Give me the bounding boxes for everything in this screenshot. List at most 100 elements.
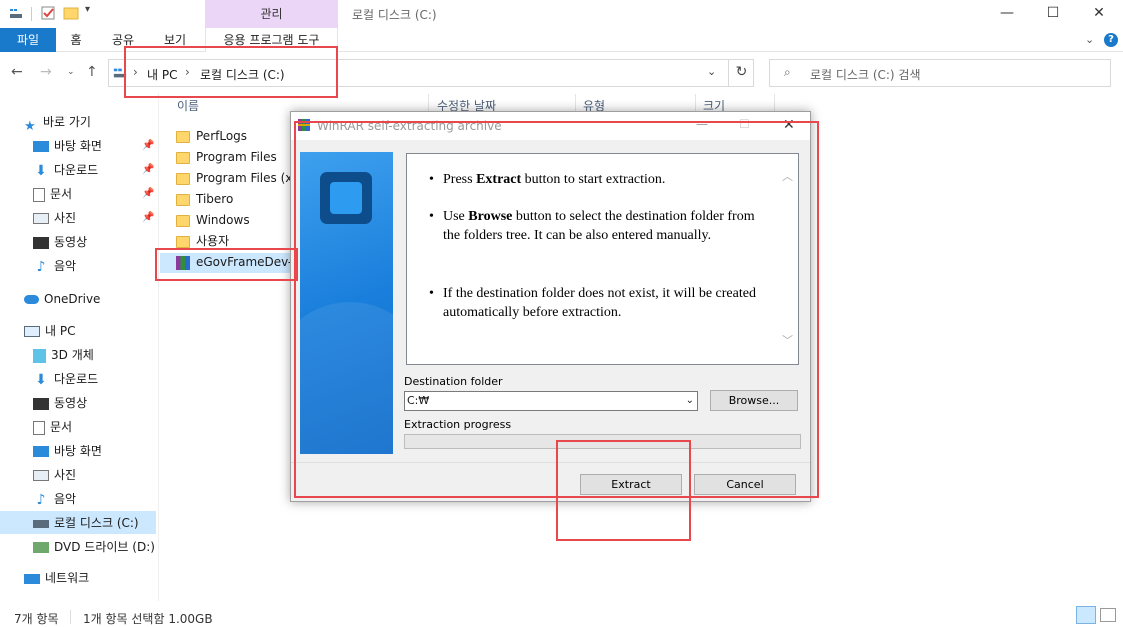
column-header-name[interactable]: 이름 xyxy=(177,97,199,114)
details-view-icon[interactable] xyxy=(1076,606,1096,624)
sidebar-item-music[interactable]: ♪ 음악 xyxy=(33,255,77,277)
file-row[interactable]: PerfLogs xyxy=(176,126,292,146)
sidebar-item-label: OneDrive xyxy=(44,292,101,306)
sidebar-item-music[interactable]: ♪ 음악 xyxy=(33,488,77,510)
sidebar-item-dvd[interactable]: DVD 드라이브 (D:) xyxy=(33,536,155,558)
file-row[interactable]: Program Files (x86) xyxy=(176,168,292,188)
folder-icon xyxy=(176,172,190,185)
music-icon: ♪ xyxy=(36,258,46,275)
title-bar: ▾ 관리 로컬 디스크 (C:) — ☐ ✕ xyxy=(0,0,1123,28)
video-icon xyxy=(33,236,49,249)
sidebar-item-desktop[interactable]: 바탕 화면 📌 xyxy=(33,135,154,157)
sidebar-item-label: 사진 xyxy=(54,211,77,225)
annotation-extract-highlight xyxy=(556,440,691,541)
file-row[interactable]: Program Files xyxy=(176,147,292,167)
expand-ribbon-icon[interactable]: ⌄ xyxy=(1085,33,1094,46)
back-arrow-icon[interactable]: ← xyxy=(11,64,23,80)
sidebar-item-download[interactable]: ⬇ 다운로드 📌 xyxy=(33,159,154,181)
desktop-icon xyxy=(33,141,49,152)
file-row[interactable]: Windows xyxy=(176,210,292,230)
sidebar-item-this-pc[interactable]: 내 PC xyxy=(24,320,75,342)
dvd-icon xyxy=(33,542,49,553)
folder-icon xyxy=(176,130,190,143)
sidebar-item-picture[interactable]: 사진 xyxy=(33,464,76,486)
sidebar-item-label: 바탕 화면 xyxy=(54,139,102,153)
computer-icon xyxy=(24,326,40,337)
document-icon xyxy=(33,420,45,435)
sidebar-item-label: 문서 xyxy=(50,420,73,434)
customize-toolbar-icon[interactable]: ▾ xyxy=(85,4,90,15)
status-bar: 7개 항목 1개 항목 선택함 1.00GB xyxy=(0,606,1123,627)
refresh-button[interactable]: ↻ xyxy=(728,59,754,87)
selection-info: 1개 항목 선택함 1.00GB xyxy=(83,612,213,626)
sidebar-item-drive[interactable]: 로컬 디스크 (C:) xyxy=(33,512,139,534)
sidebar-item-3d-object[interactable]: 3D 개체 xyxy=(33,344,94,366)
drive-icon xyxy=(33,519,49,528)
sidebar-item-document[interactable]: 문서 xyxy=(33,416,72,438)
sidebar-item-video[interactable]: 동영상 xyxy=(33,392,87,414)
pane-divider xyxy=(158,93,159,601)
pin-icon[interactable]: 📌 xyxy=(142,159,154,181)
sidebar-item-label: DVD 드라이브 (D:) xyxy=(54,540,155,554)
search-input[interactable]: ⌕ 로컬 디스크 (C:) 검색 xyxy=(769,59,1111,87)
tab-home[interactable]: 홈 xyxy=(62,28,90,52)
sidebar-item-label: 다운로드 xyxy=(54,372,99,386)
address-history-dropdown[interactable]: ⌄ xyxy=(707,65,716,78)
network-icon xyxy=(24,573,40,584)
folder-icon xyxy=(176,214,190,227)
sidebar-item-video[interactable]: 동영상 xyxy=(33,231,87,253)
large-icons-view-icon[interactable] xyxy=(1100,608,1116,622)
folder-icon xyxy=(176,235,190,248)
file-row[interactable]: Tibero xyxy=(176,189,292,209)
picture-icon xyxy=(33,470,49,481)
sidebar-item-label: 동영상 xyxy=(54,235,88,249)
sidebar-item-label: 문서 xyxy=(50,187,73,201)
search-placeholder: 로컬 디스크 (C:) 검색 xyxy=(810,68,921,82)
sidebar-item-picture[interactable]: 사진 📌 xyxy=(33,207,154,229)
annotation-file-highlight xyxy=(155,248,298,281)
annotation-address-highlight xyxy=(124,46,338,98)
file-name: Windows xyxy=(196,213,250,227)
sidebar-item-label: 사진 xyxy=(54,468,77,482)
video-icon xyxy=(33,397,49,410)
new-folder-icon[interactable] xyxy=(63,5,79,21)
properties-icon[interactable] xyxy=(40,5,56,21)
pin-icon[interactable]: 📌 xyxy=(142,207,154,229)
music-icon: ♪ xyxy=(36,491,46,508)
sidebar-item-onedrive[interactable]: OneDrive xyxy=(24,288,100,310)
search-icon: ⌕ xyxy=(784,65,791,79)
file-name: PerfLogs xyxy=(196,129,248,143)
minimize-button[interactable]: — xyxy=(984,0,1030,28)
3d-object-icon xyxy=(33,348,46,363)
sidebar-item-label: 동영상 xyxy=(54,396,88,410)
close-button[interactable]: ✕ xyxy=(1076,0,1122,28)
sidebar-item-label: 다운로드 xyxy=(54,163,99,177)
sidebar-item-download[interactable]: ⬇ 다운로드 xyxy=(33,368,98,390)
sidebar-item-label: 로컬 디스크 (C:) xyxy=(54,516,139,530)
help-icon[interactable]: ? xyxy=(1104,33,1118,47)
file-name: 사용자 xyxy=(196,234,230,248)
download-icon: ⬇ xyxy=(35,371,47,388)
sidebar-item-label: 네트워크 xyxy=(45,571,90,585)
folder-icon xyxy=(176,151,190,164)
divider xyxy=(70,610,71,624)
sidebar-item-quick-access[interactable]: ★ 바로 가기 xyxy=(24,111,91,134)
maximize-button[interactable]: ☐ xyxy=(1030,0,1076,28)
divider xyxy=(31,7,32,21)
recent-locations-icon[interactable]: ⌄ xyxy=(67,67,75,77)
sidebar-item-label: 음악 xyxy=(54,492,77,506)
pin-icon[interactable]: 📌 xyxy=(142,183,154,205)
up-arrow-icon[interactable]: ↑ xyxy=(86,64,98,80)
tab-manage[interactable]: 관리 xyxy=(205,0,338,28)
tab-file[interactable]: 파일 xyxy=(0,28,56,52)
pin-icon[interactable]: 📌 xyxy=(142,135,154,157)
sidebar-item-label: 내 PC xyxy=(45,324,76,338)
cloud-icon xyxy=(24,295,39,304)
folder-icon xyxy=(176,193,190,206)
picture-icon xyxy=(33,213,49,224)
forward-arrow-icon[interactable]: → xyxy=(40,64,52,80)
sidebar-item-document[interactable]: 문서 📌 xyxy=(33,183,154,205)
sidebar-item-network[interactable]: 네트워크 xyxy=(24,567,89,589)
drive-icon xyxy=(10,9,22,18)
sidebar-item-desktop[interactable]: 바탕 화면 xyxy=(33,440,102,462)
